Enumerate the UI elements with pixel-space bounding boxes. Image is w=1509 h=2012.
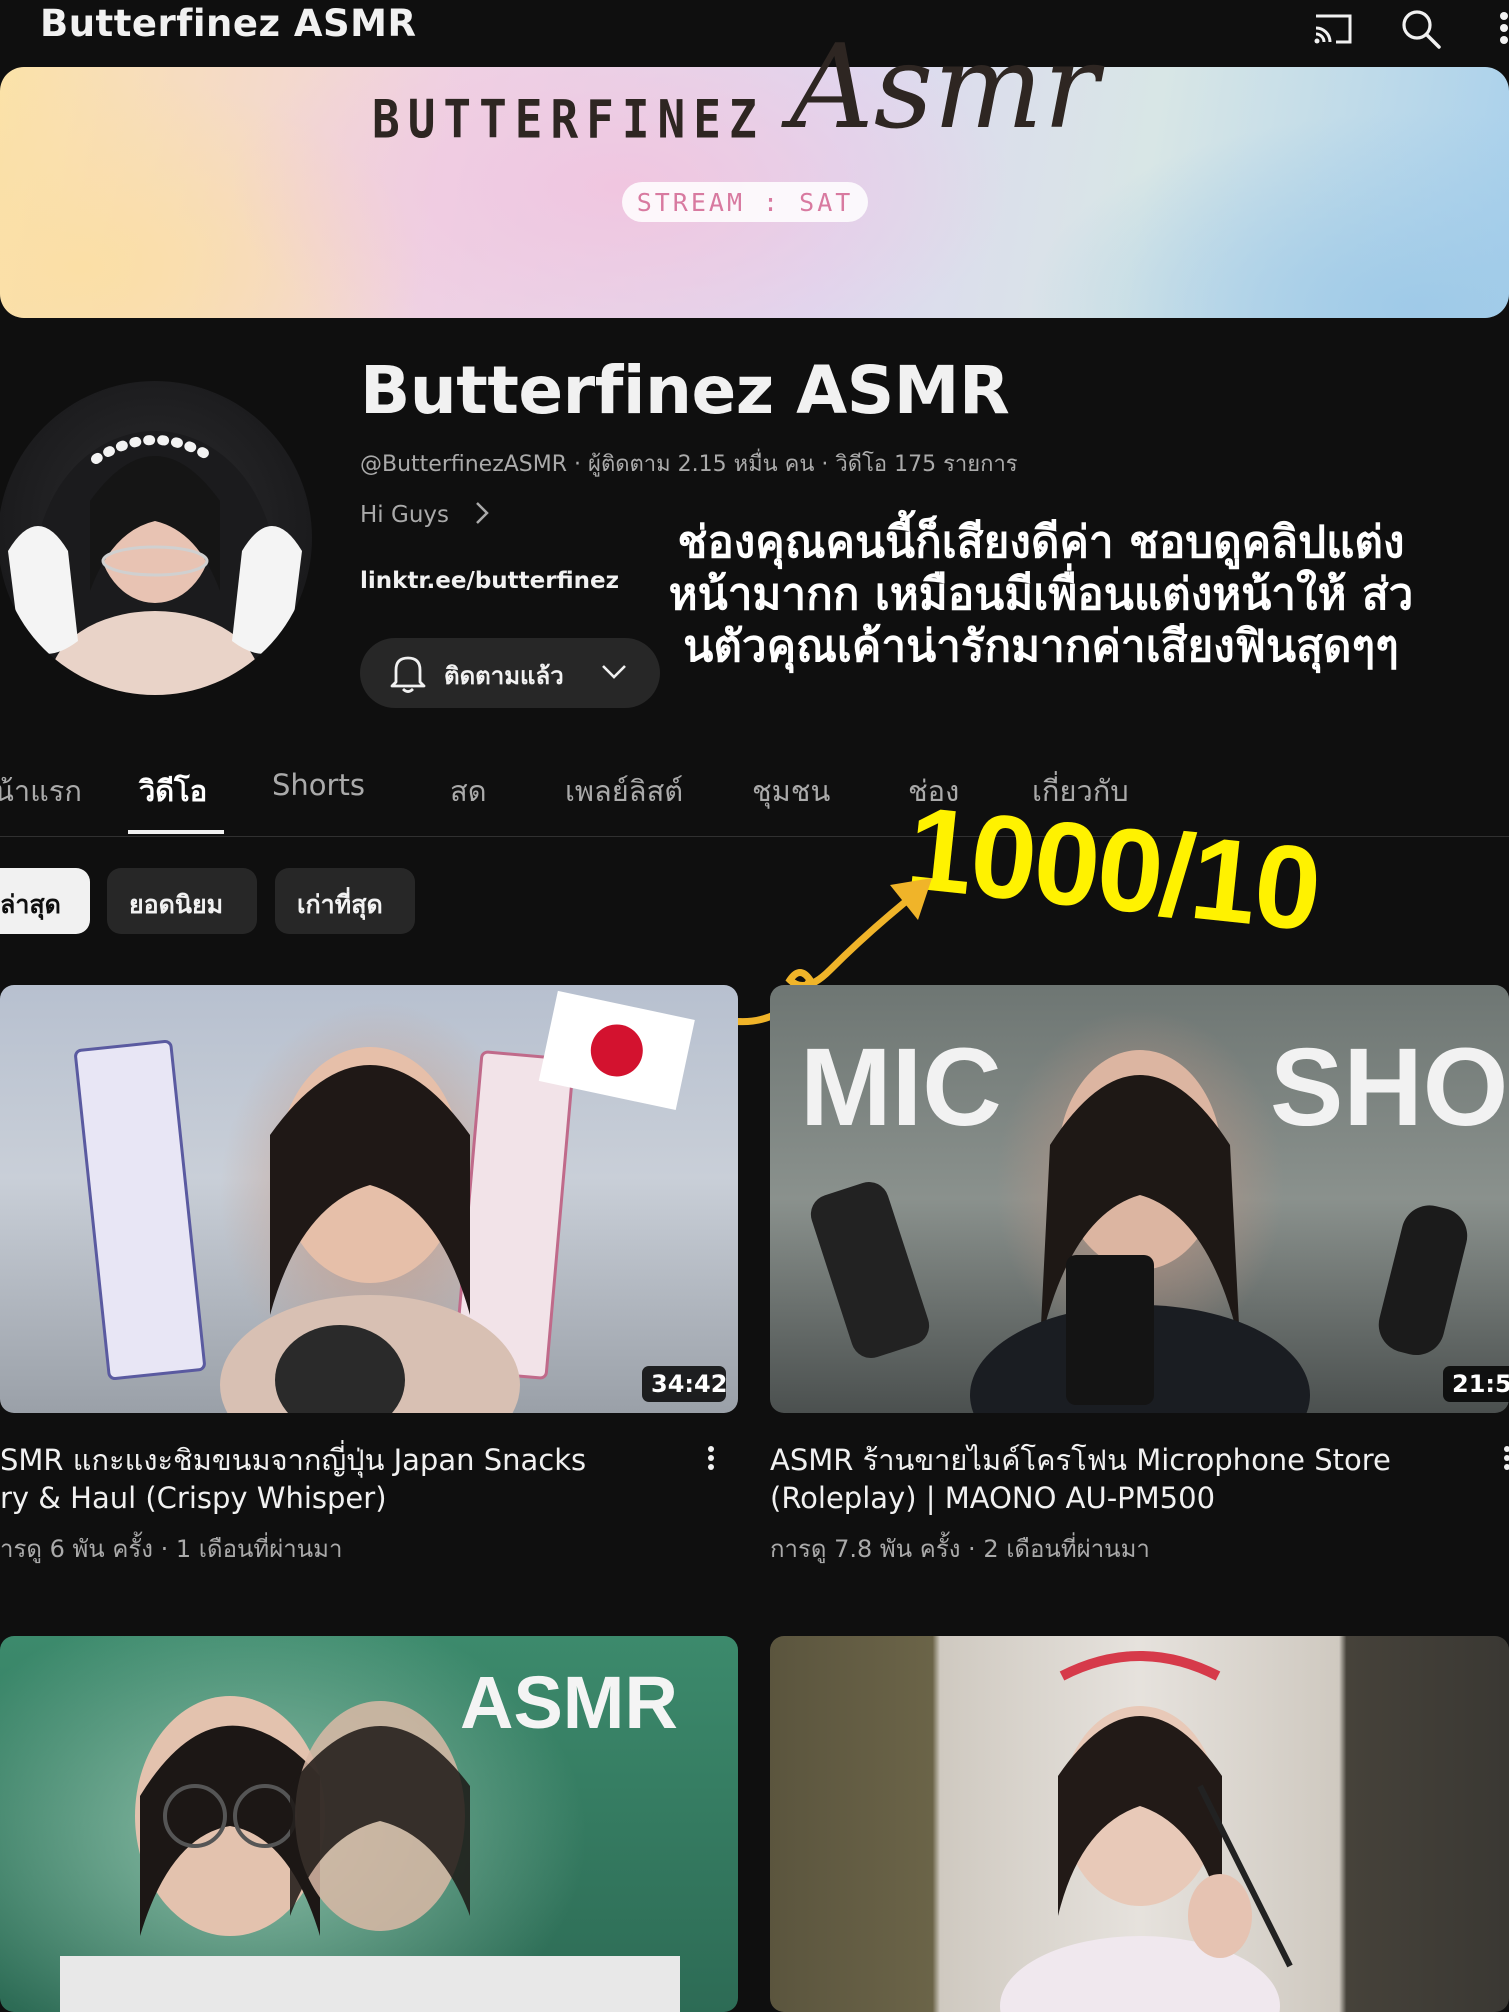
video-title-line: SMR แกะแงะชิมขนมจากญี่ปุ่น Japan Snacks [0, 1443, 587, 1477]
channel-handle[interactable]: @ButterfinezASMR [360, 452, 567, 477]
video-title[interactable]: ASMR ร้านขายไมค์โครโฟน Microphone Store … [770, 1441, 1391, 1517]
banner-schedule-text: STREAM : SAT [636, 188, 854, 217]
thumbnail-text: ASMR [460, 1661, 678, 1744]
channel-link[interactable]: linktr.ee/butterfinez [360, 568, 619, 594]
filter-chip-popular[interactable]: ยอดนิยม [107, 868, 257, 934]
channel-meta: @ButterfinezASMR · ผู้ติดตาม 2.15 หมื่น … [360, 446, 1018, 481]
overlay-caption: ช่องคุณคนนี้ก็เสียงดีค่า ชอบดูคลิปแต่ง ห… [585, 517, 1497, 673]
video-thumbnail[interactable] [0, 985, 738, 1413]
thumbnail-text: SHOP [1270, 1026, 1509, 1149]
video-title-line: ASMR ร้านขายไมค์โครโฟน Microphone Store [770, 1443, 1391, 1477]
channel-description-row[interactable]: Hi Guys [360, 500, 490, 528]
banner-script-text: Asmr [790, 20, 1099, 155]
channel-avatar[interactable] [0, 381, 312, 695]
tab-community[interactable]: ชุมชน [752, 768, 830, 814]
video-thumbnail[interactable]: ASMR [0, 1636, 738, 2012]
active-tab-indicator [128, 830, 224, 834]
video-menu-icon[interactable] [1500, 1443, 1509, 1475]
channel-description: Hi Guys [360, 502, 449, 528]
video-duration-badge: 21:58 [1443, 1366, 1509, 1402]
video-title-line: (Roleplay) | MAONO AU-PM500 [770, 1481, 1216, 1515]
banner-brand-text: BUTTERFINEZ [372, 87, 765, 151]
search-icon[interactable] [1398, 6, 1444, 52]
video-thumbnail[interactable] [770, 1636, 1509, 2012]
chevron-right-icon [476, 502, 490, 524]
channel-name: Butterfinez ASMR [360, 352, 1010, 429]
thumbnail-text: MIC [800, 1026, 1002, 1149]
video-title-line: ry & Haul (Crispy Whisper) [0, 1481, 387, 1515]
tab-videos[interactable]: วิดีโอ [139, 768, 207, 814]
filter-chip-oldest[interactable]: เก่าที่สุด [275, 868, 415, 934]
video-thumbnail[interactable]: MIC SHOP [770, 985, 1509, 1413]
tab-playlists[interactable]: เพลย์ลิสต์ [565, 768, 683, 814]
caption-line: ช่องคุณคนนี้ก็เสียงดีค่า ชอบดูคลิปแต่ง [677, 517, 1405, 568]
more-options-icon[interactable] [1496, 8, 1509, 48]
cast-icon[interactable] [1310, 6, 1356, 52]
subscribed-label: ติดตามแล้ว [444, 662, 564, 690]
video-title[interactable]: SMR แกะแงะชิมขนมจากญี่ปุ่น Japan Snacks … [0, 1441, 586, 1517]
app-bar-title: Butterfinez ASMR [40, 2, 417, 45]
caption-line: หน้ามากก เหมือนมีเพื่อนแต่งหน้าให้ ส่ว [668, 569, 1414, 620]
filter-chip-latest[interactable]: ล่าสุด [0, 868, 90, 934]
tab-home[interactable]: น้าแรก [0, 768, 82, 814]
video-duration-badge: 34:42 [642, 1366, 727, 1402]
video-count: วิดีโอ 175 รายการ [835, 452, 1018, 477]
tab-live[interactable]: สด [450, 768, 487, 814]
video-meta: ารดู 6 พัน ครั้ง · 1 เดือนที่ผ่านมา [0, 1535, 343, 1563]
meta-separator: · [821, 452, 836, 477]
tab-shorts[interactable]: Shorts [272, 768, 365, 802]
bell-icon [388, 652, 428, 694]
caption-line: นตัวคุณเค้าน่ารักมากค่าเสียงฟินสุดๆๆ [683, 621, 1399, 672]
video-menu-icon[interactable] [704, 1443, 718, 1475]
meta-separator: · [574, 452, 589, 477]
video-meta: การดู 7.8 พัน ครั้ง · 2 เดือนที่ผ่านมา [770, 1535, 1150, 1563]
subscriber-count: ผู้ติดตาม 2.15 หมื่น คน [588, 452, 815, 477]
